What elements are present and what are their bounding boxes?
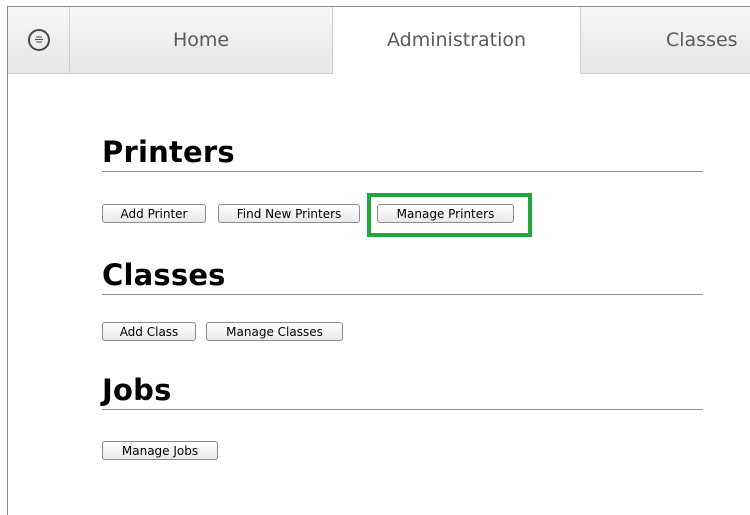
classes-heading: Classes [102,258,703,295]
tab-home[interactable]: Home [70,7,333,73]
jobs-button-row: Manage Jobs [102,441,218,460]
printers-heading: Printers [102,135,703,172]
add-class-button[interactable]: Add Class [102,322,196,341]
tab-classes[interactable]: Classes [581,7,750,73]
tab-bar: Home Administration Classes [8,7,750,74]
tab-administration[interactable]: Administration [333,7,581,74]
find-new-printers-button[interactable]: Find New Printers [218,204,360,223]
manage-classes-button[interactable]: Manage Classes [206,322,343,341]
jobs-section: Jobs Manage Jobs [102,373,703,460]
classes-section: Classes Add Class Manage Classes [102,258,703,341]
manage-jobs-button[interactable]: Manage Jobs [102,441,218,460]
cups-admin-page: Home Administration Classes Printers Add… [7,6,750,515]
cups-logo-icon [27,29,50,51]
manage-printers-highlight [367,193,532,237]
logo-tab[interactable] [8,7,70,73]
add-printer-button[interactable]: Add Printer [102,204,206,223]
printers-section: Printers Add Printer Find New Printers M… [102,135,703,223]
jobs-heading: Jobs [102,373,703,410]
classes-button-row: Add Class Manage Classes [102,322,343,341]
